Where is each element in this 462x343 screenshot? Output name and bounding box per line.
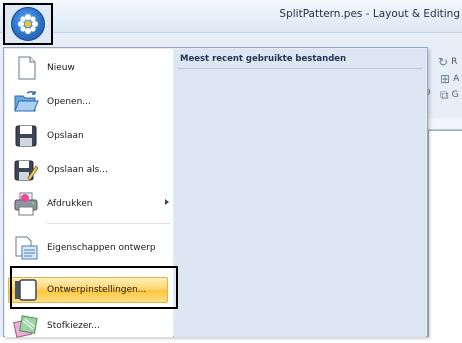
submenu-arrow-icon bbox=[165, 199, 169, 205]
redo-icon: ↻ bbox=[438, 55, 449, 69]
ruler bbox=[428, 118, 462, 130]
fabric-selector-icon bbox=[13, 315, 38, 338]
menu-item-print[interactable]: Afdrukken bbox=[5, 187, 173, 221]
design-canvas[interactable] bbox=[428, 130, 462, 337]
group-icon: ⧉ bbox=[440, 88, 449, 102]
ribbon-add-label: A bbox=[453, 74, 460, 84]
menu-item-fabric-selector-label: Stofkiezer... bbox=[47, 321, 100, 331]
app-logo-icon bbox=[11, 7, 45, 41]
menu-item-save[interactable]: Opslaan bbox=[5, 119, 173, 153]
title-bar: SplitPattern.pes - Layout & Editing bbox=[0, 0, 462, 33]
ribbon-group-button[interactable]: ⧉ G bbox=[440, 89, 459, 101]
callout-frame bbox=[10, 266, 178, 309]
menu-item-print-label: Afdrukken bbox=[47, 199, 93, 209]
menu-item-save-label: Opslaan bbox=[47, 131, 84, 141]
ribbon-redo-label: R bbox=[451, 57, 458, 67]
recent-files-divider bbox=[178, 68, 422, 69]
ribbon-group-label: G bbox=[451, 90, 459, 100]
menu-item-design-properties[interactable]: Eigenschappen ontwerp bbox=[5, 231, 173, 265]
application-menu-button[interactable] bbox=[3, 3, 53, 45]
save-as-icon bbox=[14, 160, 39, 181]
ribbon-add-button[interactable]: ⊞ A bbox=[440, 73, 459, 85]
menu-item-save-as-label: Opslaan als... bbox=[47, 165, 108, 175]
menu-item-new[interactable]: Nieuw bbox=[5, 51, 173, 85]
menu-item-save-as[interactable]: Opslaan als... bbox=[5, 153, 173, 187]
menu-item-open[interactable]: Openen... bbox=[5, 85, 173, 119]
menu-separator bbox=[47, 223, 171, 224]
new-document-icon bbox=[18, 56, 36, 80]
menu-item-design-properties-label: Eigenschappen ontwerp bbox=[47, 243, 156, 253]
ribbon-redo-button[interactable]: ↻ R bbox=[438, 56, 457, 68]
save-disk-icon bbox=[15, 125, 37, 147]
design-properties-icon bbox=[15, 236, 38, 260]
recent-files-title: Meest recent gebruikte bestanden bbox=[180, 54, 347, 64]
open-folder-icon bbox=[14, 91, 39, 112]
grid-add-icon: ⊞ bbox=[440, 72, 451, 86]
window-title: SplitPattern.pes - Layout & Editing bbox=[279, 8, 460, 20]
menu-item-new-label: Nieuw bbox=[47, 63, 75, 73]
menu-item-fabric-selector[interactable]: Stofkiezer... bbox=[5, 309, 173, 343]
menu-item-open-label: Openen... bbox=[47, 97, 91, 107]
recent-files-panel: Meest recent gebruikte bestanden bbox=[174, 49, 426, 337]
printer-icon bbox=[14, 192, 38, 216]
